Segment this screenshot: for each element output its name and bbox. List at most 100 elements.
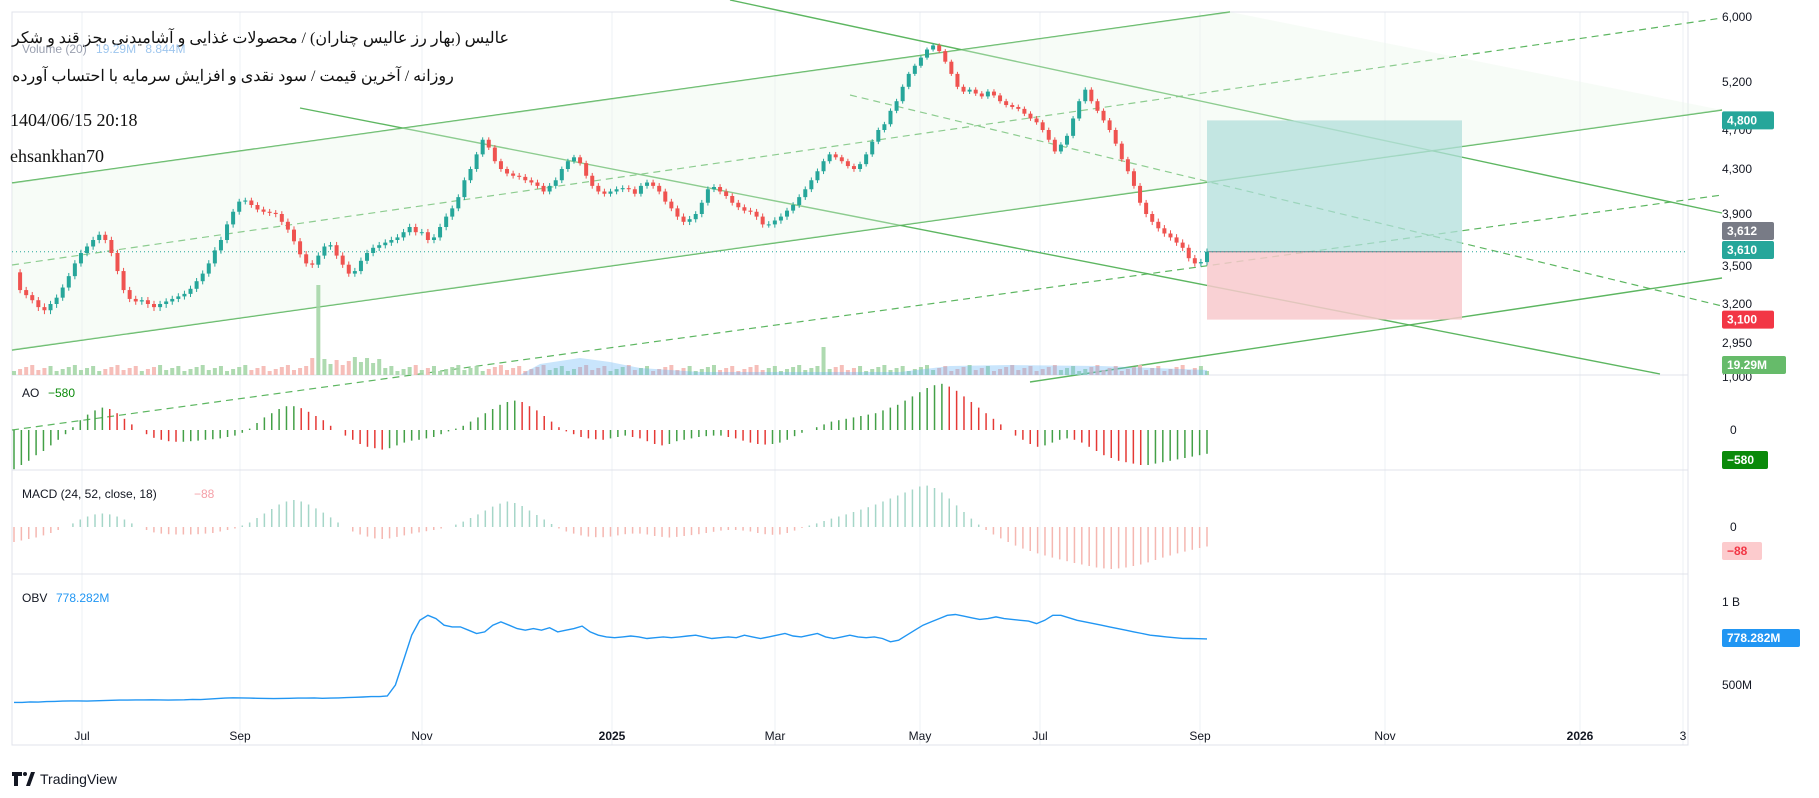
candle-body bbox=[979, 93, 984, 97]
volume-legend-label: Volume (20) bbox=[22, 42, 87, 56]
volume-bar bbox=[218, 366, 223, 375]
time-tick: Sep bbox=[1189, 729, 1211, 743]
candle-body bbox=[547, 185, 552, 192]
candle-body bbox=[1150, 214, 1155, 222]
macd-legend-value: −88 bbox=[194, 487, 215, 501]
candle-body bbox=[645, 182, 650, 186]
candle-body bbox=[803, 189, 808, 198]
volume-bar bbox=[97, 371, 102, 375]
volume-bar bbox=[352, 357, 357, 375]
volume-bar bbox=[18, 369, 23, 375]
volume-bar bbox=[322, 359, 327, 375]
volume-bar bbox=[66, 367, 71, 375]
candle-body bbox=[334, 245, 339, 256]
ao-legend: AO bbox=[22, 386, 39, 400]
volume-bar bbox=[12, 371, 16, 375]
time-axis[interactable]: Jul Sep Nov 2025 Mar May Jul Sep Nov 2026 3 bbox=[74, 729, 1686, 743]
volume-bar bbox=[474, 366, 479, 375]
candle-body bbox=[237, 201, 242, 212]
volume-bar bbox=[401, 369, 406, 375]
candle-body bbox=[1138, 185, 1143, 203]
candle-body bbox=[1028, 113, 1033, 119]
candle-body bbox=[1046, 130, 1051, 140]
target-price-label: 4,800 bbox=[1727, 113, 1757, 127]
volume-bar bbox=[237, 367, 242, 375]
candle-body bbox=[772, 220, 777, 225]
volume-bar bbox=[285, 365, 290, 375]
time-tick: Jul bbox=[1032, 729, 1047, 743]
candle-body bbox=[182, 293, 187, 297]
volume-bar bbox=[291, 370, 296, 375]
candle-body bbox=[991, 91, 996, 96]
candle-body bbox=[127, 290, 132, 299]
time-tick: Mar bbox=[765, 729, 786, 743]
candle-body bbox=[943, 51, 948, 62]
candle-body bbox=[651, 182, 656, 186]
volume-bar bbox=[450, 367, 455, 375]
volume-bar bbox=[316, 285, 321, 375]
candle-body bbox=[48, 304, 53, 311]
volume-bar bbox=[377, 359, 382, 375]
chart-canvas[interactable]: 6,0005,2004,7004,3003,9003,5003,2002,950… bbox=[0, 0, 1819, 798]
volume-bar bbox=[30, 365, 35, 375]
candle-body bbox=[1119, 143, 1124, 160]
volume-bar bbox=[91, 366, 96, 375]
candle-body bbox=[151, 304, 156, 308]
volume-price-label: 19.29M bbox=[1727, 358, 1767, 372]
candle-body bbox=[42, 307, 47, 311]
candle-body bbox=[225, 224, 230, 240]
volume-bar bbox=[249, 370, 254, 375]
candle-body bbox=[60, 287, 65, 298]
candle-body bbox=[492, 147, 497, 162]
candle-body bbox=[291, 229, 296, 242]
candle-body bbox=[894, 101, 899, 111]
candle-body bbox=[1156, 221, 1161, 229]
candle-body bbox=[602, 191, 607, 194]
candle-body bbox=[724, 191, 729, 196]
candle-body bbox=[785, 210, 790, 217]
candle-body bbox=[358, 260, 363, 272]
candle-body bbox=[1071, 118, 1076, 136]
volume-bar bbox=[121, 370, 126, 375]
candle-body bbox=[590, 175, 595, 186]
obv-legend: OBV bbox=[22, 591, 47, 605]
candle-body bbox=[365, 253, 370, 261]
candle-body bbox=[699, 202, 704, 214]
volume-bar bbox=[103, 369, 108, 375]
candle-body bbox=[961, 86, 966, 92]
candle-body bbox=[310, 263, 315, 265]
timestamp: 1404/06/15 20:18 bbox=[10, 110, 138, 130]
ao-zero-tick: 0 bbox=[1730, 423, 1737, 437]
candle-body bbox=[608, 191, 613, 194]
candle-body bbox=[316, 255, 321, 265]
indicator-legends: AO −580 MACD (24, 52, close, 18) −88 OBV 778.… bbox=[22, 386, 215, 605]
time-tick: 2026 bbox=[1567, 729, 1594, 743]
volume-bar bbox=[365, 358, 370, 375]
candle-body bbox=[596, 185, 601, 192]
candle-body bbox=[523, 176, 528, 181]
volume-bar bbox=[413, 365, 418, 375]
volume-ma-area bbox=[520, 358, 1207, 375]
candle-body bbox=[529, 180, 534, 183]
candle-body bbox=[66, 276, 71, 288]
volume-bar bbox=[346, 361, 351, 375]
tradingview-logo-icon bbox=[12, 772, 22, 786]
candle-body bbox=[444, 216, 449, 227]
price-axis[interactable]: 6,0005,2004,7004,3003,9003,5003,2002,950… bbox=[1722, 10, 1800, 692]
candle-body bbox=[742, 207, 747, 211]
prev-close-label: 3,612 bbox=[1727, 224, 1757, 238]
candle-body bbox=[200, 273, 205, 282]
volume-legend-value: 19.29M bbox=[96, 42, 137, 56]
candle-body bbox=[845, 161, 850, 167]
volume-bar bbox=[468, 368, 473, 375]
candle-body bbox=[1168, 233, 1173, 238]
candle-body bbox=[1174, 237, 1179, 243]
candle-body bbox=[78, 253, 83, 264]
candle-body bbox=[778, 216, 783, 221]
volume-bar bbox=[480, 371, 485, 375]
volume-bar bbox=[139, 371, 144, 375]
tradingview-branding[interactable]: TradingView bbox=[12, 771, 118, 787]
time-tick: May bbox=[909, 729, 932, 743]
candle-body bbox=[352, 271, 357, 274]
candle-body bbox=[1192, 258, 1197, 264]
